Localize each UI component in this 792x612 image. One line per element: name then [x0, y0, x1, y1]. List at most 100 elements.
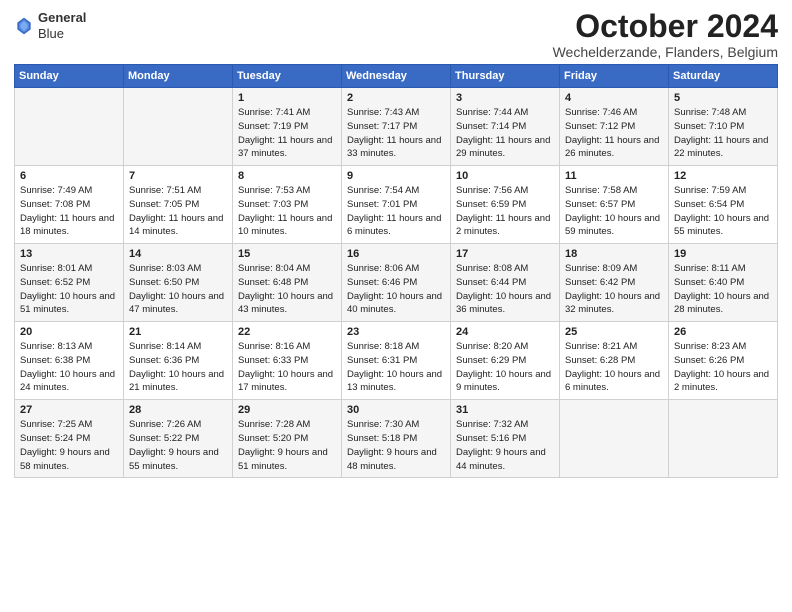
sunrise: Sunrise: 8:03 AM [129, 263, 201, 274]
sunset: Sunset: 5:22 PM [129, 433, 199, 444]
day-info: Sunrise: 7:48 AMSunset: 7:10 PMDaylight:… [674, 106, 772, 161]
calendar-cell: 5Sunrise: 7:48 AMSunset: 7:10 PMDaylight… [669, 88, 778, 166]
calendar-cell: 19Sunrise: 8:11 AMSunset: 6:40 PMDayligh… [669, 244, 778, 322]
sunset: Sunset: 6:57 PM [565, 199, 635, 210]
day-number: 12 [674, 170, 772, 182]
daylight: Daylight: 10 hours and 40 minutes. [347, 291, 442, 316]
calendar-cell: 15Sunrise: 8:04 AMSunset: 6:48 PMDayligh… [233, 244, 342, 322]
day-number: 16 [347, 248, 445, 260]
calendar-header-row: SundayMondayTuesdayWednesdayThursdayFrid… [15, 65, 778, 88]
daylight: Daylight: 11 hours and 22 minutes. [674, 135, 768, 160]
header-row: General Blue October 2024 Wechelderzande… [14, 10, 778, 60]
day-info: Sunrise: 8:08 AM Sunset: 6:44 PM Daylight:… [456, 262, 554, 317]
calendar-cell: 3Sunrise: 7:44 AMSunset: 7:14 PMDaylight… [451, 88, 560, 166]
logo-line1: General [38, 10, 86, 26]
day-number: 18 [565, 248, 663, 260]
day-info: Sunrise: 7:30 AMSunset: 5:18 PMDaylight:… [347, 418, 445, 473]
daylight: Daylight: 11 hours and 29 minutes. [456, 135, 550, 160]
day-number: 20 [20, 326, 118, 338]
calendar-week-row: 13Sunrise: 8:01 AMSunset: 6:52 PMDayligh… [15, 244, 778, 322]
sunset: Sunset: 7:12 PM [565, 121, 635, 132]
day-info: Sunrise: 7:26 AMSunset: 5:22 PMDaylight:… [129, 418, 227, 473]
sunset: Sunset: 6:54 PM [674, 199, 744, 210]
calendar-cell: 8 Sunrise: 7:53 AMSunset: 7:03 PMDaylight… [233, 166, 342, 244]
calendar-cell [669, 400, 778, 478]
sunrise: Sunrise: 7:59 AM [674, 185, 746, 196]
daylight: Daylight: 10 hours and 36 minutes. [456, 291, 551, 316]
sunrise: Sunrise: 8:18 AM [347, 341, 419, 352]
day-info: Sunrise: 7:49 AMSunset: 7:08 PMDaylight:… [20, 184, 118, 239]
sunset: Sunset: 7:05 PM [129, 199, 199, 210]
sunset: Sunset: 7:03 PM [238, 199, 308, 210]
daylight: Daylight: 11 hours and 37 minutes. [238, 135, 332, 160]
sunrise: Sunrise: 7:28 AM [238, 419, 310, 430]
day-number: 31 [456, 404, 554, 416]
day-info: Sunrise: 8:09 AMSunset: 6:42 PMDaylight:… [565, 262, 663, 317]
location-subtitle: Wechelderzande, Flanders, Belgium [553, 44, 778, 60]
day-info: Sunrise: 7:32 AMSunset: 5:16 PMDaylight:… [456, 418, 554, 473]
day-number: 29 [238, 404, 336, 416]
day-number: 8 [238, 170, 336, 182]
sunset: Sunset: 7:17 PM [347, 121, 417, 132]
daylight: Daylight: 10 hours and 32 minutes. [565, 291, 660, 316]
day-info: Sunrise: 8:04 AMSunset: 6:48 PMDaylight:… [238, 262, 336, 317]
day-number: 26 [674, 326, 772, 338]
sunset: Sunset: 7:01 PM [347, 199, 417, 210]
day-number: 22 [238, 326, 336, 338]
sunset: Sunset: 6:28 PM [565, 355, 635, 366]
calendar-cell: 1 Sunrise: 7:41 AMSunset: 7:19 PMDaylight… [233, 88, 342, 166]
day-info: Sunrise: 7:41 AMSunset: 7:19 PMDaylight:… [238, 106, 336, 161]
sunset: Sunset: 5:18 PM [347, 433, 417, 444]
calendar-cell: 16Sunrise: 8:06 AMSunset: 6:46 PMDayligh… [342, 244, 451, 322]
day-number: 24 [456, 326, 554, 338]
calendar-cell: 7 Sunrise: 7:51 AMSunset: 7:05 PMDaylight… [124, 166, 233, 244]
sunrise: Sunrise: 7:49 AM [20, 185, 92, 196]
sunrise: Sunrise: 8:09 AM [565, 263, 637, 274]
day-info: Sunrise: 8:14 AMSunset: 6:36 PMDaylight:… [129, 340, 227, 395]
day-number: 28 [129, 404, 227, 416]
calendar-cell: 18 Sunrise: 8:09 AMSunset: 6:42 PMDayligh… [560, 244, 669, 322]
day-number: 1 [238, 92, 336, 104]
day-number: 13 [20, 248, 118, 260]
title-block: October 2024 Wechelderzande, Flanders, B… [553, 10, 778, 60]
calendar-cell: 28 Sunrise: 7:26 AMSunset: 5:22 PMDayligh… [124, 400, 233, 478]
weekday-header: Sunday [15, 65, 124, 88]
calendar-cell: 12Sunrise: 7:59 AMSunset: 6:54 PMDayligh… [669, 166, 778, 244]
daylight: Daylight: 9 hours and 44 minutes. [456, 447, 546, 472]
sunrise: Sunrise: 8:04 AM [238, 263, 310, 274]
daylight: Daylight: 11 hours and 18 minutes. [20, 213, 114, 238]
day-info: Sunrise: 7:53 AMSunset: 7:03 PMDaylight:… [238, 184, 336, 239]
calendar-cell: 17Sunrise: 8:08 AMSunset: 6:44 PMDayligh… [451, 244, 560, 322]
daylight: Daylight: 9 hours and 51 minutes. [238, 447, 328, 472]
sunset: Sunset: 6:33 PM [238, 355, 308, 366]
daylight: Daylight: 10 hours and 51 minutes. [20, 291, 115, 316]
day-info: Sunrise: 7:51 AMSunset: 7:05 PMDaylight:… [129, 184, 227, 239]
day-info: Sunrise: 8:13 AMSunset: 6:38 PMDaylight:… [20, 340, 118, 395]
daylight: Daylight: 10 hours and 59 minutes. [565, 213, 660, 238]
calendar-container: General Blue October 2024 Wechelderzande… [0, 0, 792, 484]
sunset: Sunset: 6:40 PM [674, 277, 744, 288]
daylight: Daylight: 11 hours and 2 minutes. [456, 213, 550, 238]
calendar-cell: 22Sunrise: 8:16 AMSunset: 6:33 PMDayligh… [233, 322, 342, 400]
sunset: Sunset: 6:52 PM [20, 277, 90, 288]
day-number: 6 [20, 170, 118, 182]
calendar-cell: 29Sunrise: 7:28 AMSunset: 5:20 PMDayligh… [233, 400, 342, 478]
sunset: Sunset: 6:59 PM [456, 199, 526, 210]
day-info: Sunrise: 8:21 AMSunset: 6:28 PMDaylight:… [565, 340, 663, 395]
daylight: Daylight: 10 hours and 6 minutes. [565, 369, 660, 394]
logo-text: General Blue [38, 10, 86, 41]
sunset: Sunset: 6:44 PM [456, 277, 526, 288]
day-number: 7 [129, 170, 227, 182]
calendar-cell: 11Sunrise: 7:58 AMSunset: 6:57 PMDayligh… [560, 166, 669, 244]
calendar-table: SundayMondayTuesdayWednesdayThursdayFrid… [14, 64, 778, 478]
day-number: 21 [129, 326, 227, 338]
calendar-cell: 24Sunrise: 8:20 AMSunset: 6:29 PMDayligh… [451, 322, 560, 400]
sunrise: Sunrise: 8:06 AM [347, 263, 419, 274]
logo-line2: Blue [38, 26, 86, 42]
day-number: 9 [347, 170, 445, 182]
calendar-week-row: 6 Sunrise: 7:49 AMSunset: 7:08 PMDaylight… [15, 166, 778, 244]
weekday-header: Monday [124, 65, 233, 88]
sunrise: Sunrise: 7:32 AM [456, 419, 528, 430]
sunrise: Sunrise: 8:08 AM [456, 263, 528, 274]
calendar-cell [124, 88, 233, 166]
